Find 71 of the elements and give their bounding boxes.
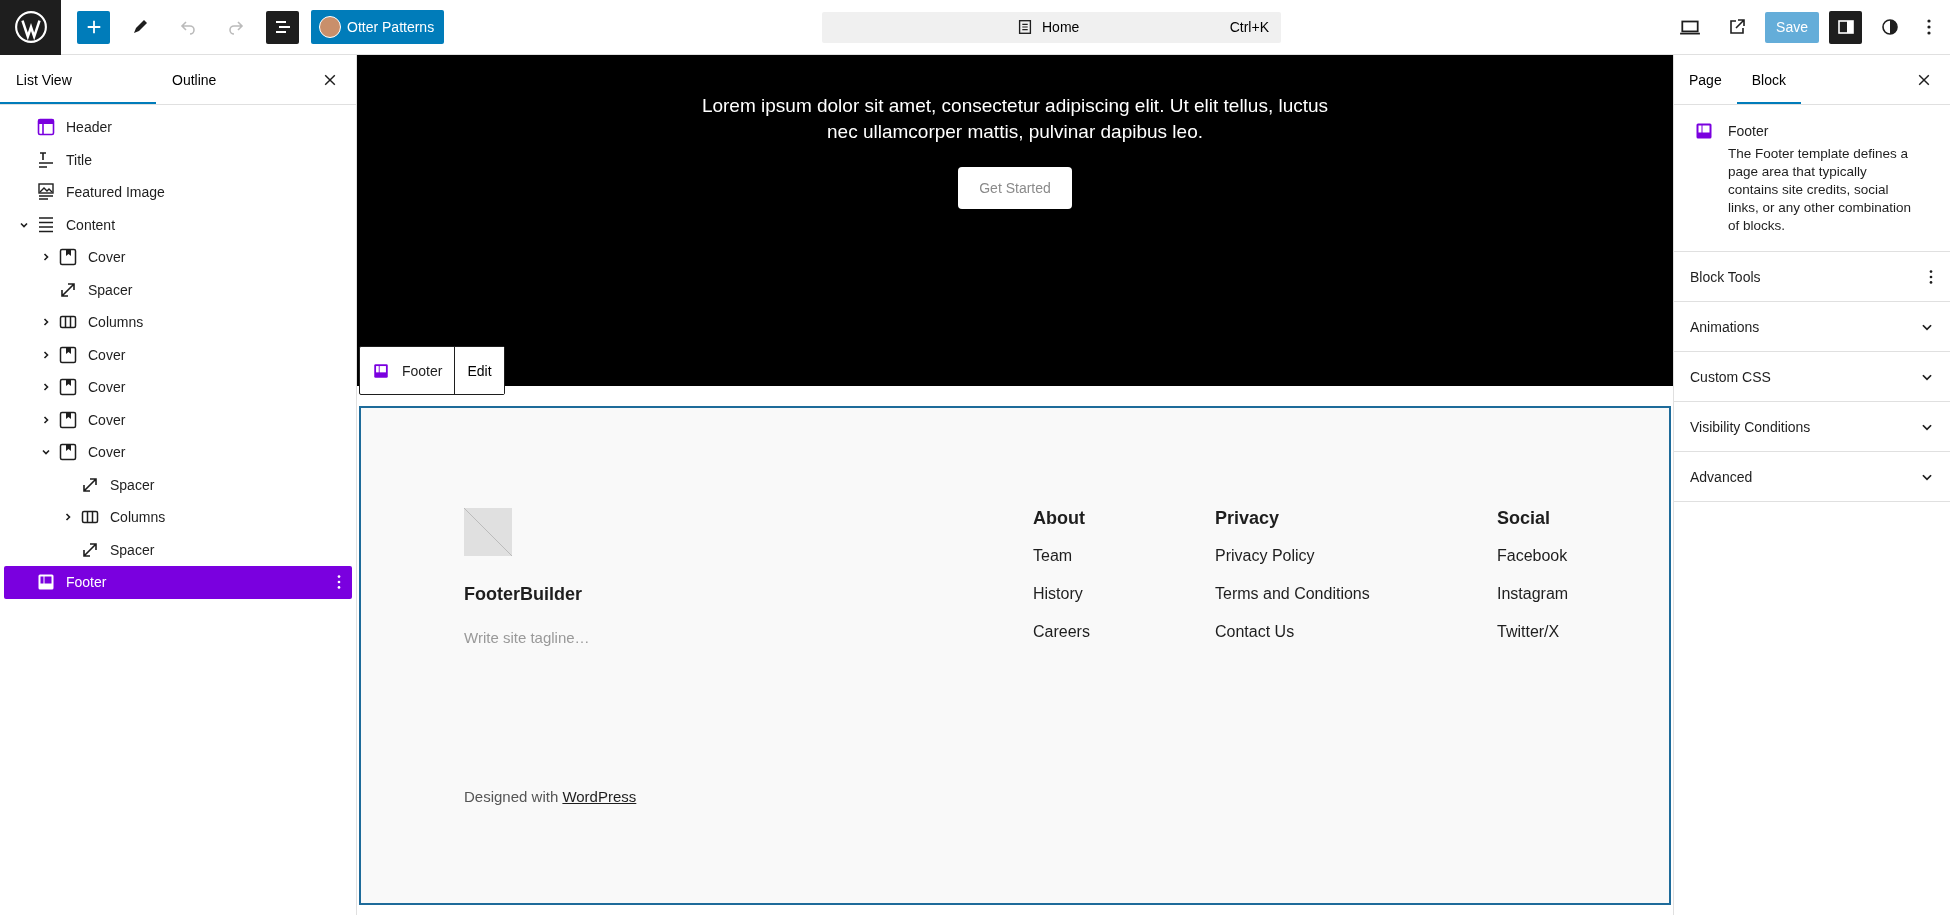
settings-panel-header[interactable]: Custom CSS xyxy=(1674,352,1950,402)
column-heading: Social xyxy=(1497,508,1552,529)
list-view-item[interactable]: Columns xyxy=(4,306,352,339)
column-heading: Privacy xyxy=(1215,508,1281,529)
more-options-icon[interactable] xyxy=(1928,267,1934,286)
footer-link[interactable]: Contact Us xyxy=(1215,623,1497,641)
column-heading: About xyxy=(1033,508,1086,529)
footer-block-icon xyxy=(1694,121,1714,141)
list-view-item[interactable]: Content xyxy=(4,208,352,241)
logo-placeholder xyxy=(464,508,512,556)
wordpress-link[interactable]: WordPress xyxy=(562,788,637,805)
list-view-item[interactable]: Footer xyxy=(4,566,352,599)
settings-panel-header[interactable]: Animations xyxy=(1674,302,1950,352)
settings-panel-header[interactable]: Advanced xyxy=(1674,452,1950,502)
cover-block-icon xyxy=(58,247,78,268)
footer-link[interactable]: Privacy Policy xyxy=(1215,547,1497,565)
patterns-button[interactable]: Otter Patterns xyxy=(311,10,445,44)
credit-text: Designed with WordPress xyxy=(464,788,638,805)
list-view-item[interactable]: Cover xyxy=(4,241,352,274)
settings-panel-header[interactable]: Visibility Conditions xyxy=(1674,402,1950,452)
block-description: The Footer template defines a page area that typically contains site credits, social links, or any other combination of blocks. xyxy=(1728,145,1913,235)
list-view-item[interactable]: Spacer xyxy=(4,533,352,566)
footer-link[interactable]: History xyxy=(1033,585,1215,603)
settings-button[interactable] xyxy=(1829,10,1862,44)
footer-link[interactable]: Facebook xyxy=(1497,547,1669,565)
document-icon xyxy=(1016,18,1034,36)
more-options-icon[interactable] xyxy=(336,573,342,592)
list-view-item[interactable]: Cover xyxy=(4,403,352,436)
list-view-item[interactable]: Featured Image xyxy=(4,176,352,209)
list-view-item[interactable]: Cover xyxy=(4,436,352,469)
cover-block-icon xyxy=(58,344,78,365)
sidebar-tab[interactable]: Block xyxy=(1736,55,1801,104)
footer-link[interactable]: Instagram xyxy=(1497,585,1669,603)
block-name: Footer xyxy=(402,362,443,379)
block-title: Footer xyxy=(1728,123,1770,139)
cover-paragraph: Lorem ipsum dolor sit amet, consectetur adipiscing elit. Ut elit tellus, luctus nec ullamcorper mattis, pulvinar dapibus leo. xyxy=(700,94,1330,144)
panel-tab[interactable]: Outline xyxy=(156,55,312,104)
footer-block-icon xyxy=(372,361,390,380)
cover-block-icon xyxy=(58,409,78,430)
footer-link[interactable]: Twitter/X xyxy=(1497,623,1669,641)
header-block-icon xyxy=(36,117,56,138)
list-view-item[interactable]: Columns xyxy=(4,501,352,534)
footer-link[interactable]: Team xyxy=(1033,547,1215,565)
command-bar[interactable]: Home Ctrl+K xyxy=(822,11,1281,43)
cover-block-icon xyxy=(58,377,78,398)
footer-link[interactable]: Careers xyxy=(1033,623,1215,641)
image-block-icon xyxy=(36,182,56,203)
list-view-button[interactable] xyxy=(266,10,299,44)
contrast-icon[interactable] xyxy=(1880,17,1900,37)
list-view-item[interactable]: Cover xyxy=(4,338,352,371)
site-title: FooterBuilder xyxy=(464,584,583,605)
list-view-item[interactable]: Spacer xyxy=(4,468,352,501)
settings-panel-header[interactable]: Block Tools xyxy=(1674,252,1950,302)
list-view-item[interactable]: Header xyxy=(4,111,352,144)
get-started-button[interactable]: Get Started xyxy=(958,167,1072,209)
sidebar-tab[interactable]: Page xyxy=(1674,55,1737,104)
footer-block-icon xyxy=(36,572,56,593)
footer-link[interactable]: Terms and Conditions xyxy=(1215,585,1497,603)
more-options-icon[interactable] xyxy=(1926,17,1932,37)
sidebar-icon xyxy=(1835,17,1856,37)
list-view-item[interactable]: Cover xyxy=(4,371,352,404)
avatar xyxy=(319,16,341,38)
list-view-item[interactable]: Title xyxy=(4,143,352,176)
external-link-icon[interactable] xyxy=(1727,17,1748,37)
wordpress-logo[interactable] xyxy=(0,0,61,55)
cover-block-icon xyxy=(58,442,78,463)
title-block-icon xyxy=(36,149,56,170)
content-block-icon xyxy=(36,214,56,235)
add-block-button[interactable] xyxy=(77,10,110,44)
panel-tab[interactable]: List View xyxy=(0,55,156,104)
list-view-item[interactable]: Spacer xyxy=(4,273,352,306)
